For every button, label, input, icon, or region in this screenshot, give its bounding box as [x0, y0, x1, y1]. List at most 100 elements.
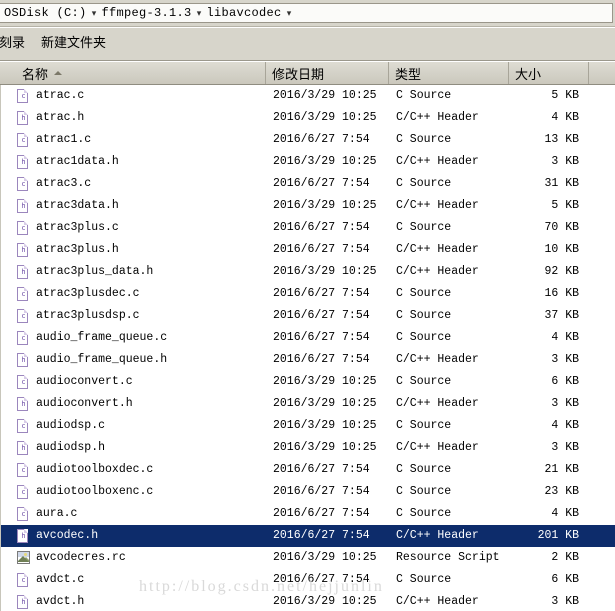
- file-type-cell: C Source: [396, 463, 452, 476]
- file-type-cell: C Source: [396, 331, 452, 344]
- file-size-cell: 5 KB: [551, 199, 579, 212]
- c-source-icon: c: [17, 419, 29, 433]
- file-date-cell: 2016/3/29 10:25: [273, 419, 377, 432]
- c-source-icon: c: [17, 133, 29, 147]
- file-name-cell: atrac3plus_data.h: [36, 265, 154, 278]
- table-row[interactable]: c atrac3.c 2016/6/27 7:54 C Source 31 KB: [1, 173, 615, 195]
- toolbar-item-0[interactable]: 刻录: [0, 28, 33, 60]
- breadcrumb-chevron-icon[interactable]: ▾: [284, 4, 295, 22]
- table-row[interactable]: c avdct.c 2016/6/27 7:54 C Source 6 KB: [1, 569, 615, 591]
- breadcrumb[interactable]: OSDisk (C:) ▾ ffmpeg-3.1.3 ▾ libavcodec ▾: [0, 3, 613, 23]
- breadcrumb-item-1[interactable]: ffmpeg-3.1.3: [100, 4, 194, 22]
- file-date-cell: 2016/3/29 10:25: [273, 111, 377, 124]
- table-row[interactable]: c aura.c 2016/6/27 7:54 C Source 4 KB: [1, 503, 615, 525]
- table-row[interactable]: c audiotoolboxenc.c 2016/6/27 7:54 C Source…: [1, 481, 615, 503]
- file-list[interactable]: c atrac.c 2016/3/29 10:25 C Source 5 KB h atra…: [0, 85, 615, 611]
- file-size-cell: 4 KB: [551, 419, 579, 432]
- file-date-cell: 2016/6/27 7:54: [273, 507, 370, 520]
- table-row[interactable]: c atrac.c 2016/3/29 10:25 C Source 5 KB: [1, 85, 615, 107]
- file-size-cell: 37 KB: [544, 309, 579, 322]
- file-date-cell: 2016/6/27 7:54: [273, 221, 370, 234]
- file-name-cell: atrac1data.h: [36, 155, 119, 168]
- file-type-cell: C/C++ Header: [396, 441, 479, 454]
- table-row[interactable]: c atrac3plusdsp.c 2016/6/27 7:54 C Source 37…: [1, 305, 615, 327]
- c-header-icon: h: [17, 397, 29, 411]
- table-row[interactable]: h atrac3data.h 2016/3/29 10:25 C/C++ Header…: [1, 195, 615, 217]
- table-row[interactable]: h atrac.h 2016/3/29 10:25 C/C++ Header 4 KB: [1, 107, 615, 129]
- table-row[interactable]: h avcodec.h 2016/6/27 7:54 C/C++ Header 201 …: [1, 525, 615, 547]
- file-size-cell: 3 KB: [551, 155, 579, 168]
- c-source-icon: c: [17, 507, 29, 521]
- file-date-cell: 2016/6/27 7:54: [273, 133, 370, 146]
- file-name-cell: audiodsp.h: [36, 441, 106, 454]
- file-name-cell: audiotoolboxdec.c: [36, 463, 154, 476]
- column-header-date-label: 修改日期: [272, 67, 325, 83]
- file-name-cell: avcodecres.rc: [36, 551, 126, 564]
- table-row[interactable]: c audio_frame_queue.c 2016/6/27 7:54 C Sour…: [1, 327, 615, 349]
- file-name-cell: avdct.h: [36, 595, 85, 608]
- breadcrumb-chevron-icon[interactable]: ▾: [194, 4, 205, 22]
- table-row[interactable]: h audiodsp.h 2016/3/29 10:25 C/C++ Header 3 …: [1, 437, 615, 459]
- file-name-cell: audioconvert.c: [36, 375, 133, 388]
- table-row[interactable]: h atrac1data.h 2016/3/29 10:25 C/C++ Header…: [1, 151, 615, 173]
- file-type-cell: C/C++ Header: [396, 595, 479, 608]
- c-header-icon: h: [17, 111, 29, 125]
- file-date-cell: 2016/3/29 10:25: [273, 375, 377, 388]
- file-name-cell: atrac3plusdsp.c: [36, 309, 140, 322]
- column-header-name[interactable]: 名称: [0, 62, 265, 84]
- table-row[interactable]: c audioconvert.c 2016/3/29 10:25 C Source 6 …: [1, 371, 615, 393]
- file-size-cell: 3 KB: [551, 441, 579, 454]
- breadcrumb-item-0[interactable]: OSDisk (C:): [2, 4, 89, 22]
- file-explorer-window: OSDisk (C:) ▾ ffmpeg-3.1.3 ▾ libavcodec ▾ 刻录新…: [0, 0, 615, 611]
- file-type-cell: C Source: [396, 309, 452, 322]
- table-row[interactable]: h avdct.h 2016/3/29 10:25 C/C++ Header 3 KB: [1, 591, 615, 611]
- column-header-size[interactable]: 大小: [508, 62, 588, 84]
- file-size-cell: 23 KB: [544, 485, 579, 498]
- file-size-cell: 70 KB: [544, 221, 579, 234]
- column-header-size-label: 大小: [515, 67, 542, 83]
- file-size-cell: 6 KB: [551, 375, 579, 388]
- file-size-cell: 201 KB: [537, 529, 579, 542]
- column-header-type[interactable]: 类型: [388, 62, 508, 84]
- file-date-cell: 2016/6/27 7:54: [273, 309, 370, 322]
- file-type-cell: C Source: [396, 485, 452, 498]
- c-source-icon: c: [17, 463, 29, 477]
- column-header-date[interactable]: 修改日期: [265, 62, 388, 84]
- sort-ascending-icon: [54, 71, 63, 75]
- file-name-cell: aura.c: [36, 507, 78, 520]
- toolbar-item-1[interactable]: 新建文件夹: [33, 28, 114, 60]
- file-date-cell: 2016/6/27 7:54: [273, 463, 370, 476]
- c-source-icon: c: [17, 375, 29, 389]
- file-type-cell: C/C++ Header: [396, 529, 479, 542]
- file-type-cell: C Source: [396, 133, 452, 146]
- table-row[interactable]: h audioconvert.h 2016/3/29 10:25 C/C++ Head…: [1, 393, 615, 415]
- table-row[interactable]: h atrac3plus_data.h 2016/3/29 10:25 C/C++ H…: [1, 261, 615, 283]
- table-row[interactable]: c atrac1.c 2016/6/27 7:54 C Source 13 KB: [1, 129, 615, 151]
- table-row[interactable]: c audiotoolboxdec.c 2016/6/27 7:54 C Source…: [1, 459, 615, 481]
- file-date-cell: 2016/6/27 7:54: [273, 529, 370, 542]
- c-source-icon: c: [17, 89, 29, 103]
- c-source-icon: c: [17, 485, 29, 499]
- file-type-cell: C Source: [396, 221, 452, 234]
- table-row[interactable]: h audio_frame_queue.h 2016/6/27 7:54 C/C++ …: [1, 349, 615, 371]
- file-date-cell: 2016/3/29 10:25: [273, 199, 377, 212]
- table-row[interactable]: avcodecres.rc 2016/3/29 10:25 Resource Scr…: [1, 547, 615, 569]
- breadcrumb-item-2[interactable]: libavcodec: [205, 4, 284, 22]
- table-row[interactable]: c atrac3plus.c 2016/6/27 7:54 C Source 70 KB: [1, 217, 615, 239]
- column-header-spacer: [588, 62, 615, 84]
- breadcrumb-chevron-icon[interactable]: ▾: [89, 4, 100, 22]
- file-date-cell: 2016/6/27 7:54: [273, 177, 370, 190]
- c-header-icon: h: [17, 529, 29, 543]
- column-header-type-label: 类型: [395, 67, 422, 83]
- file-name-cell: audio_frame_queue.h: [36, 353, 168, 366]
- table-row[interactable]: c audiodsp.c 2016/3/29 10:25 C Source 4 KB: [1, 415, 615, 437]
- table-row[interactable]: c atrac3plusdec.c 2016/6/27 7:54 C Source 16…: [1, 283, 615, 305]
- file-type-cell: Resource Script: [396, 551, 500, 564]
- file-date-cell: 2016/6/27 7:54: [273, 287, 370, 300]
- file-size-cell: 2 KB: [551, 551, 579, 564]
- file-name-cell: avdct.c: [36, 573, 85, 586]
- file-type-cell: C/C++ Header: [396, 243, 479, 256]
- file-size-cell: 4 KB: [551, 331, 579, 344]
- table-row[interactable]: h atrac3plus.h 2016/6/27 7:54 C/C++ Header 1…: [1, 239, 615, 261]
- file-date-cell: 2016/3/29 10:25: [273, 155, 377, 168]
